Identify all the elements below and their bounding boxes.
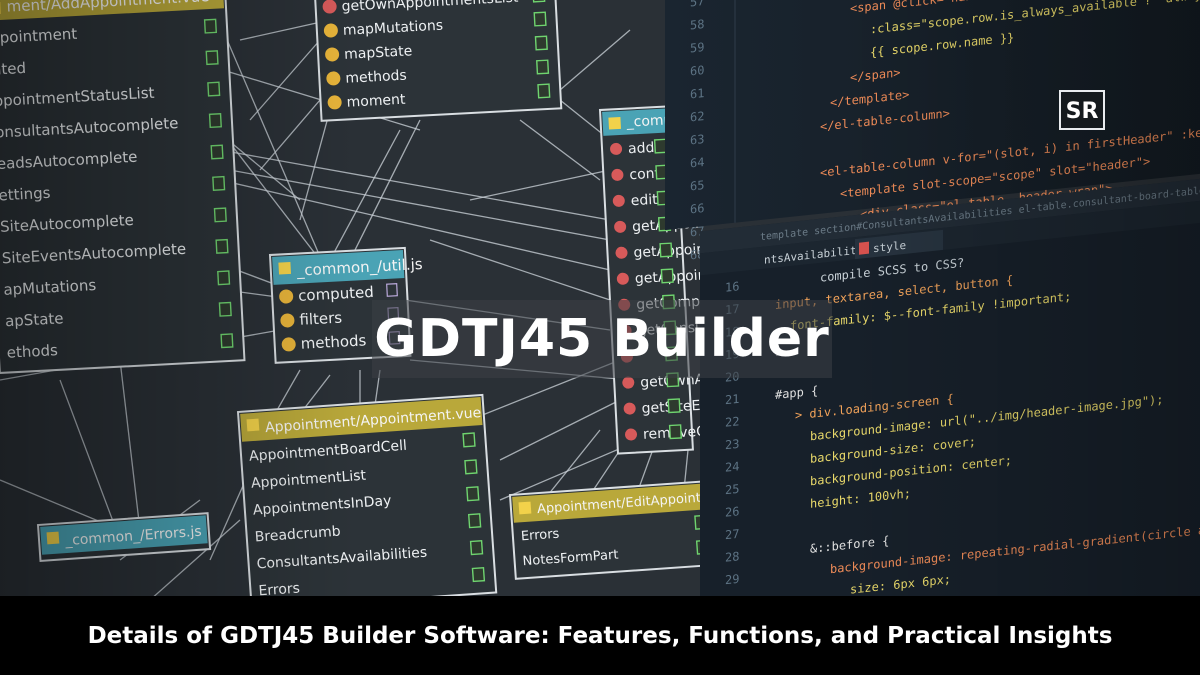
caption-bar: Details of GDTJ45 Builder Software: Feat… xyxy=(0,596,1200,675)
overlay-title: GDTJ45 Builder xyxy=(372,300,832,378)
banner-image: ment/AddAppointment.vueppointmentntedppo… xyxy=(0,0,1200,675)
hero-photo: ment/AddAppointment.vueppointmentntedppo… xyxy=(0,0,1200,596)
sr-logo-badge: SR xyxy=(1059,90,1105,130)
code-and-diagram-illustration: ment/AddAppointment.vueppointmentntedppo… xyxy=(0,0,1200,596)
caption-text: Details of GDTJ45 Builder Software: Feat… xyxy=(87,622,1113,649)
